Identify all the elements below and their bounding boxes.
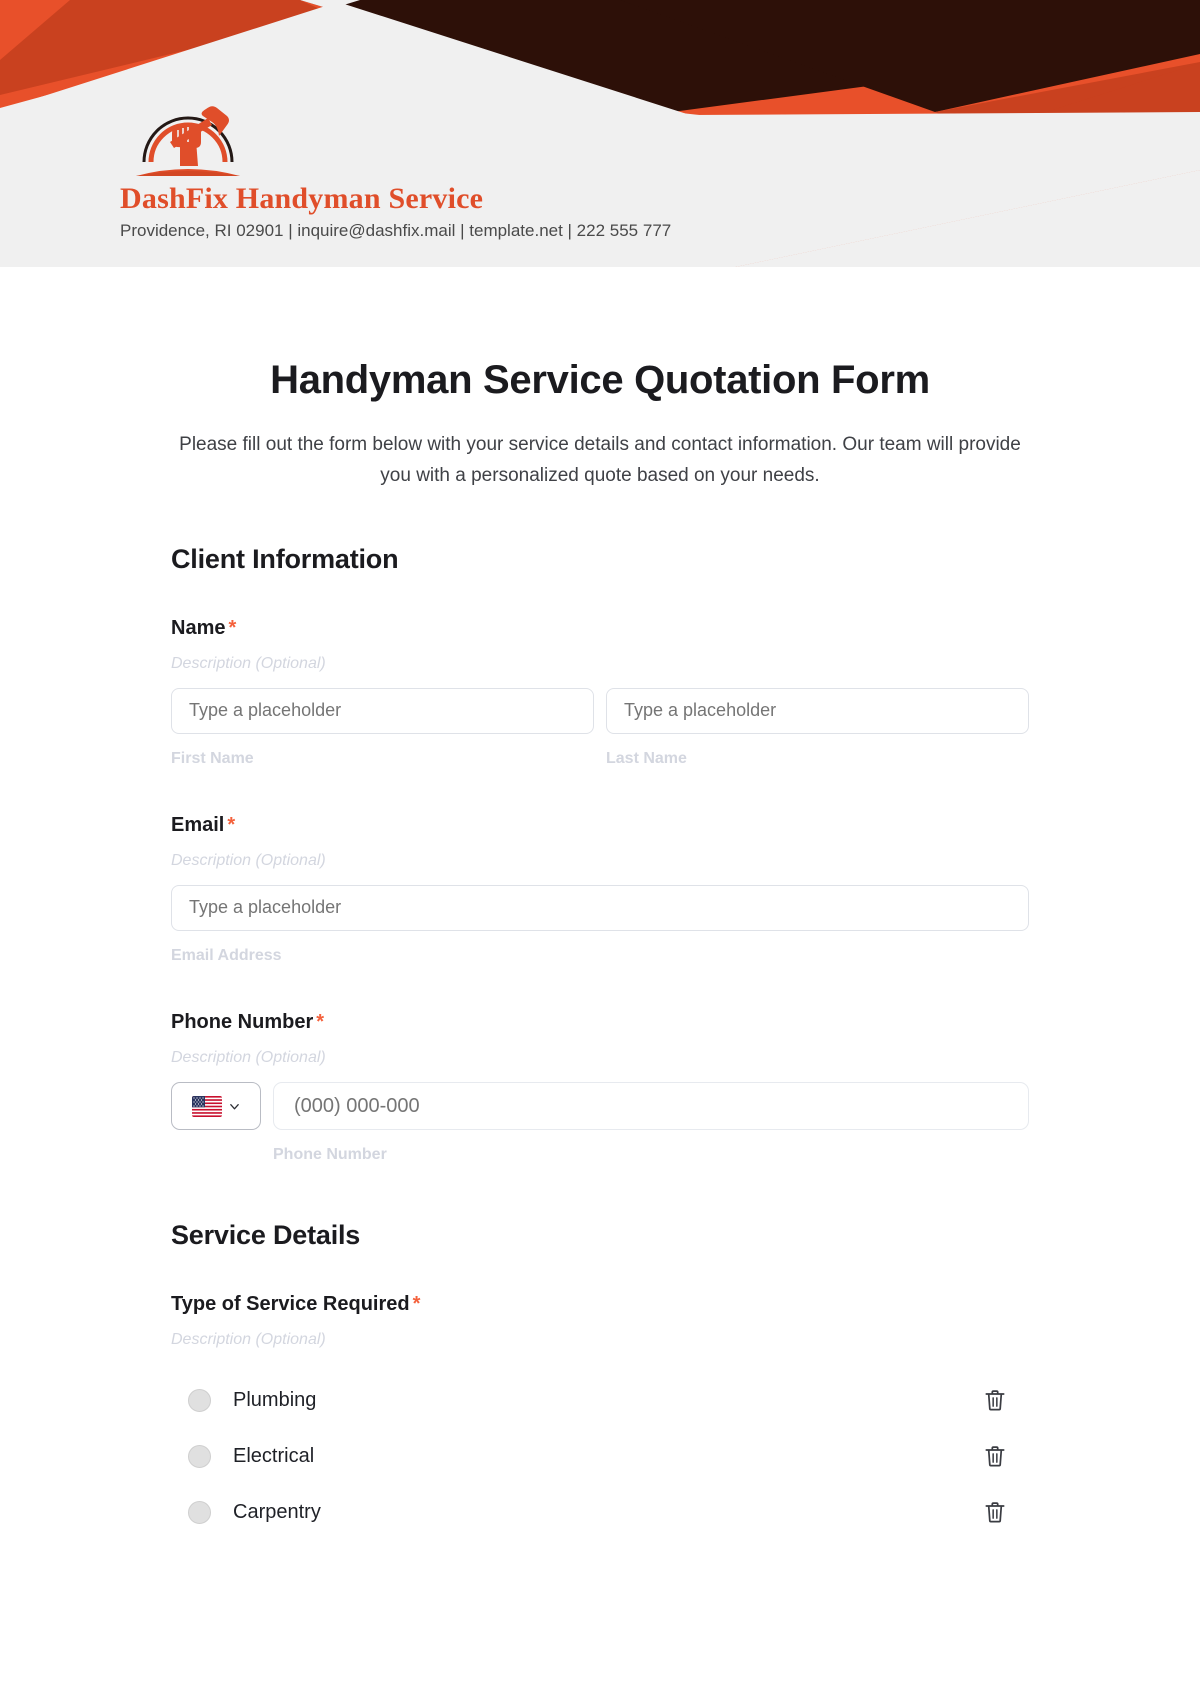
field-label-name-text: Name — [171, 616, 226, 639]
field-description-service: Description (Optional) — [171, 1331, 326, 1349]
field-label-type-of-service: Type of Service Required * — [171, 1291, 1029, 1317]
required-asterisk: * — [316, 1011, 325, 1034]
page-title: Handyman Service Quotation Form — [270, 358, 930, 402]
brand-block: DashFix Handyman Service Providence, RI … — [120, 96, 760, 241]
field-type-of-service: Type of Service Required * Description (O… — [171, 1291, 1029, 1540]
email-input-row: Email Address — [171, 884, 1029, 965]
required-asterisk: * — [412, 1293, 421, 1316]
email-sublabel: Email Address — [171, 946, 282, 964]
field-label-phone-text: Phone Number — [171, 1011, 314, 1034]
option-row-electrical[interactable]: Electrical — [171, 1428, 1029, 1484]
form-page-body: Handyman Service Quotation Form Please f… — [0, 267, 1200, 1541]
phone-input-row — [171, 1082, 1029, 1131]
phone-number-input[interactable] — [273, 1082, 1029, 1131]
first-name-column: First Name — [171, 687, 594, 768]
field-label-service-text: Type of Service Required — [171, 1293, 410, 1316]
page-subtitle: Please fill out the form below with your… — [179, 434, 1021, 486]
option-row-plumbing[interactable]: Plumbing — [171, 1372, 1029, 1428]
field-phone-number: Phone Number * Description (Optional) (0… — [171, 1009, 1029, 1164]
email-input[interactable] — [171, 884, 1029, 931]
field-email: Email* Description (Optional) Email Addr… — [171, 812, 1029, 965]
brand-name: DashFix Handyman Service — [120, 182, 484, 215]
section-heading-service-details: Service Details — [171, 1220, 361, 1251]
first-name-sublabel: First Name — [171, 749, 254, 767]
field-label-name: Name * — [171, 615, 1029, 641]
letterhead-banner: DashFix Handyman Service Providence, RI … — [0, 0, 1200, 267]
section-heading-client-information: Client Information — [171, 543, 399, 574]
form-container: Handyman Service Quotation Form Please f… — [171, 267, 1029, 1540]
first-name-input[interactable] — [171, 687, 594, 734]
email-column: Email Address — [171, 884, 1029, 965]
option-row-carpentry[interactable]: Carpentry — [171, 1484, 1029, 1540]
us-flag-icon — [192, 1095, 222, 1117]
chevron-down-icon — [230, 1103, 239, 1110]
trash-icon[interactable] — [982, 1387, 1008, 1413]
field-description-email: Description (Optional) — [171, 851, 326, 869]
brand-contact-line: Providence, RI 02901 | inquire@dashfix.m… — [120, 220, 672, 240]
option-label-plumbing: Plumbing — [233, 1388, 317, 1411]
required-asterisk: * — [228, 616, 237, 639]
last-name-column: Last Name — [606, 687, 1029, 768]
radio-button-carpentry[interactable] — [188, 1500, 211, 1524]
field-label-email: Email * — [171, 812, 1029, 838]
fist-hammer-icon — [136, 106, 240, 176]
name-input-row: First Name Last Name — [171, 687, 1029, 768]
field-label-email-text: Email — [171, 813, 225, 836]
radio-button-plumbing[interactable] — [188, 1388, 211, 1412]
phone-number-sublabel: Phone Number — [273, 1146, 387, 1164]
last-name-sublabel: Last Name — [606, 749, 687, 767]
field-label-phone-number: Phone Number * — [171, 1009, 1029, 1035]
field-description-phone: Description (Optional) — [171, 1049, 326, 1067]
option-label-carpentry: Carpentry — [233, 1500, 321, 1523]
radio-button-electrical[interactable] — [188, 1444, 211, 1468]
trash-icon[interactable] — [982, 1443, 1008, 1469]
field-name: Name* Description (Optional) First Name … — [171, 615, 1029, 768]
field-description-name: Description (Optional) — [171, 654, 326, 672]
trash-icon[interactable] — [982, 1499, 1008, 1525]
last-name-input[interactable] — [606, 687, 1029, 734]
option-label-electrical: Electrical — [233, 1444, 315, 1467]
country-code-select[interactable] — [171, 1082, 261, 1131]
required-asterisk: * — [227, 813, 236, 836]
service-option-list: Plumbing Electrical Carpentry — [171, 1372, 1029, 1540]
